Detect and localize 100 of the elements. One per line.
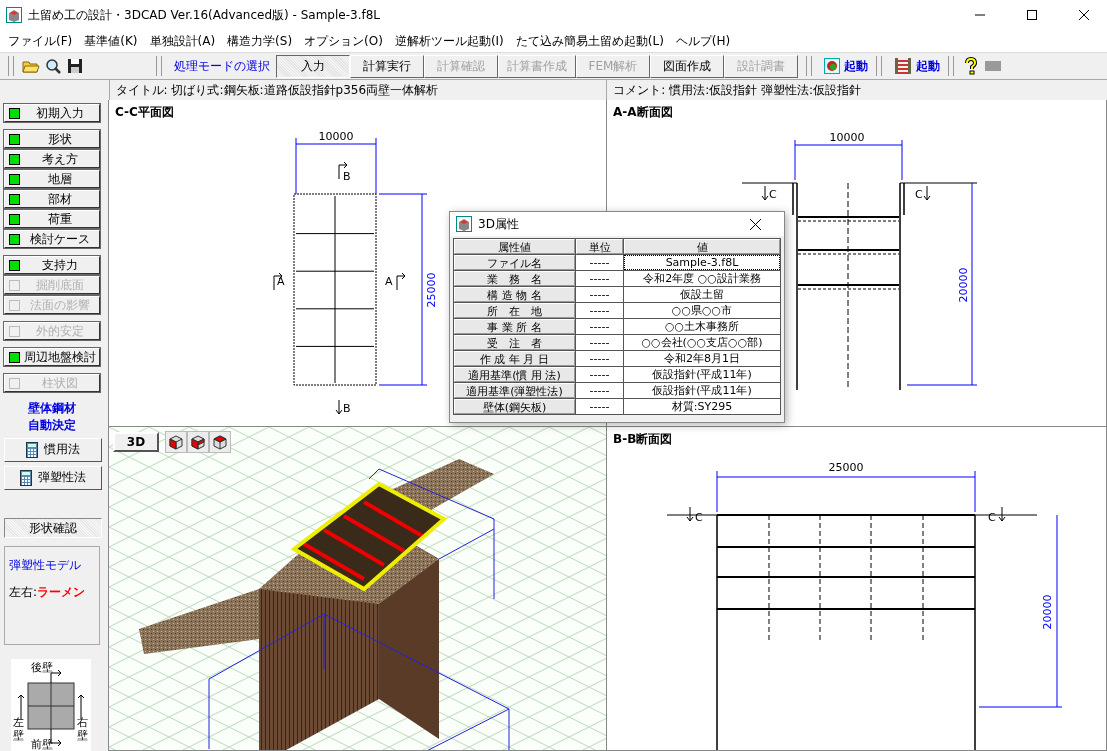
model-title: 弾塑性モデル bbox=[9, 556, 82, 574]
menu-item[interactable]: 基準値(K) bbox=[78, 32, 144, 50]
sidebar-button[interactable]: 支持力 bbox=[4, 256, 100, 274]
section-arrow bbox=[396, 272, 406, 291]
section-label: B bbox=[343, 170, 351, 183]
wall-label: 右壁 bbox=[77, 717, 88, 742]
row-header: 受 注 者 bbox=[454, 335, 575, 350]
row-header: 作 成 年 月 日 bbox=[454, 351, 575, 366]
row-header: 構 造 物 名 bbox=[454, 287, 575, 302]
calculator-icon bbox=[26, 441, 38, 458]
table-cell[interactable]: 令和2年8月1日 bbox=[624, 351, 780, 366]
table-cell: ----- bbox=[576, 287, 623, 302]
view-title: C-C平面図 bbox=[115, 104, 174, 121]
table-cell[interactable]: 仮設指針(平成11年) bbox=[624, 383, 780, 398]
sidebar-button[interactable]: 検討ケース bbox=[4, 230, 100, 248]
sidebar-button[interactable]: 考え方 bbox=[4, 150, 100, 168]
row-header: ファイル名 bbox=[454, 255, 575, 270]
sidebar-button[interactable]: 周辺地盤検討 bbox=[4, 348, 100, 366]
sidebar-button[interactable]: 初期入力 bbox=[4, 104, 100, 122]
shape-check-field: 形状確認 bbox=[4, 517, 102, 538]
row-header: 所 在 地 bbox=[454, 303, 575, 318]
table-cell[interactable]: ○○県○○市 bbox=[624, 303, 780, 318]
section-arrow bbox=[761, 185, 769, 201]
table-cell[interactable]: Sample-3.f8L bbox=[624, 255, 780, 270]
mode-label: 処理モードの選択 bbox=[173, 57, 271, 75]
section-label: C bbox=[769, 188, 777, 201]
table-cell: ----- bbox=[576, 351, 623, 366]
model-label: 左右: bbox=[9, 583, 38, 601]
view-cube-button[interactable] bbox=[187, 431, 209, 453]
section-label: C bbox=[695, 511, 703, 524]
table-cell[interactable]: ○○会社(○○支店○○部) bbox=[624, 335, 780, 350]
menu-item[interactable]: ヘルプ(H) bbox=[669, 32, 737, 50]
calculator-icon bbox=[20, 469, 32, 486]
menu-item[interactable]: 逆解析ツール起動(I) bbox=[388, 32, 510, 50]
table-cell: ----- bbox=[576, 335, 623, 350]
section-label: B bbox=[343, 402, 351, 415]
menu-item[interactable]: ファイル(F) bbox=[2, 32, 79, 50]
table-cell[interactable]: 令和2年度 ○○設計業務 bbox=[624, 271, 780, 286]
table-cell: ----- bbox=[576, 271, 623, 286]
table-cell[interactable]: ○○土木事務所 bbox=[624, 319, 780, 334]
view-title: B-B断面図 bbox=[613, 431, 673, 448]
section-arrow bbox=[923, 185, 931, 201]
table-cell: ----- bbox=[576, 399, 623, 414]
row-header: 適用基準(弾塑性法) bbox=[454, 383, 575, 398]
wall-label: 後壁 bbox=[31, 660, 53, 676]
menu-item[interactable]: たて込み簡易土留め起動(L) bbox=[509, 32, 670, 50]
window-title: 土留め工の設計・3DCAD Ver.16(Advanced版) - Sample-3.f8L bbox=[28, 6, 381, 24]
section-label: A bbox=[385, 275, 393, 288]
column-header: 値 bbox=[624, 239, 780, 254]
section-label: C bbox=[915, 188, 923, 201]
cube-icon bbox=[168, 434, 184, 450]
sidebar-button[interactable]: 形状 bbox=[4, 130, 100, 148]
width-dimension: 25000 bbox=[716, 461, 976, 513]
dialog-title: 3D属性 bbox=[478, 215, 520, 233]
menu-item[interactable]: オプション(O) bbox=[298, 32, 389, 50]
table-cell: ----- bbox=[576, 319, 623, 334]
menu-item[interactable]: 構造力学(S) bbox=[221, 32, 299, 50]
width-dimension: 10000 bbox=[794, 131, 903, 181]
wall-label: 前壁 bbox=[31, 737, 53, 751]
mode-button[interactable]: 計算実行 bbox=[350, 54, 424, 78]
row-header: 業 務 名 bbox=[454, 271, 575, 286]
app-icon bbox=[456, 216, 472, 232]
sidebar-button[interactable]: 部材 bbox=[4, 190, 100, 208]
calc-button[interactable]: 弾塑性法 bbox=[4, 465, 102, 490]
table-cell[interactable]: 仮設指針(平成11年) bbox=[624, 367, 780, 382]
column-header: 属性値 bbox=[454, 239, 575, 254]
auto-design-heading: 自動決定 bbox=[27, 417, 77, 434]
row-header: 適用基準(慣 用 法) bbox=[454, 367, 575, 382]
table-cell: ----- bbox=[576, 383, 623, 398]
mode-button[interactable]: 図面作成 bbox=[650, 54, 724, 78]
table-cell[interactable]: 仮設土留 bbox=[624, 287, 780, 302]
menu-item[interactable]: 単独設計(A) bbox=[143, 32, 222, 50]
section-label: C bbox=[988, 511, 996, 524]
view-title: A-A断面図 bbox=[613, 104, 673, 121]
app-icon bbox=[6, 7, 22, 23]
column-header: 単位 bbox=[576, 239, 623, 254]
cube-icon bbox=[212, 434, 228, 450]
row-header: 事 業 所 名 bbox=[454, 319, 575, 334]
model-value: ラーメン bbox=[37, 583, 86, 601]
auto-design-heading: 壁体鋼材 bbox=[27, 400, 77, 417]
view-cube-button[interactable] bbox=[209, 431, 231, 453]
section-arrow bbox=[335, 399, 343, 415]
cube-icon bbox=[190, 434, 206, 450]
mode-button[interactable]: 入力 bbox=[276, 54, 350, 78]
table-cell: ----- bbox=[576, 303, 623, 318]
section-arrow bbox=[686, 506, 694, 522]
table-cell: ----- bbox=[576, 255, 623, 270]
section-arrow bbox=[998, 506, 1006, 522]
cube-tool-icon bbox=[824, 58, 840, 74]
view-cube-button[interactable] bbox=[165, 431, 187, 453]
sidebar-button[interactable]: 荷重 bbox=[4, 210, 100, 228]
section-arrow bbox=[338, 161, 348, 180]
ladder-icon bbox=[894, 58, 912, 74]
table-cell: ----- bbox=[576, 367, 623, 382]
row-header: 壁体(鋼矢板) bbox=[454, 399, 575, 414]
view-3d-button[interactable]: 3D bbox=[113, 432, 159, 452]
calc-button[interactable]: 慣用法 bbox=[4, 438, 102, 462]
sidebar-button[interactable]: 地層 bbox=[4, 170, 100, 188]
section-arrow bbox=[273, 272, 283, 291]
table-cell[interactable]: 材質:SY295 bbox=[624, 399, 780, 414]
